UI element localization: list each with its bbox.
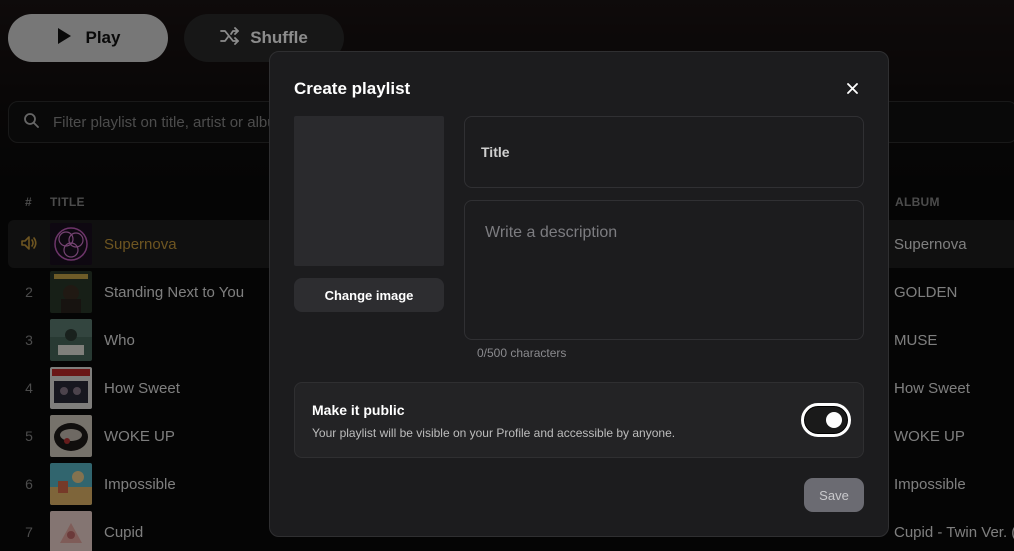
change-image-button[interactable]: Change image [294,278,444,312]
description-placeholder: Write a description [485,224,618,241]
public-description: Your playlist will be visible on your Pr… [312,426,676,440]
public-title: Make it public [312,402,405,418]
description-field[interactable]: Write a description [464,200,864,340]
make-public-panel: Make it public Your playlist will be vis… [294,382,864,458]
title-field-label: Title [481,144,510,160]
char-count: 0/500 characters [477,346,567,360]
title-field[interactable]: Title [464,116,864,188]
create-playlist-dialog: Create playlist Change image Title Write… [269,51,889,537]
close-button[interactable] [842,80,862,100]
close-icon [846,81,858,99]
playlist-image-placeholder[interactable] [294,116,444,266]
save-button[interactable]: Save [804,478,864,512]
dialog-title: Create playlist [294,79,411,98]
toggle-knob [826,412,842,428]
public-toggle[interactable] [801,403,851,437]
